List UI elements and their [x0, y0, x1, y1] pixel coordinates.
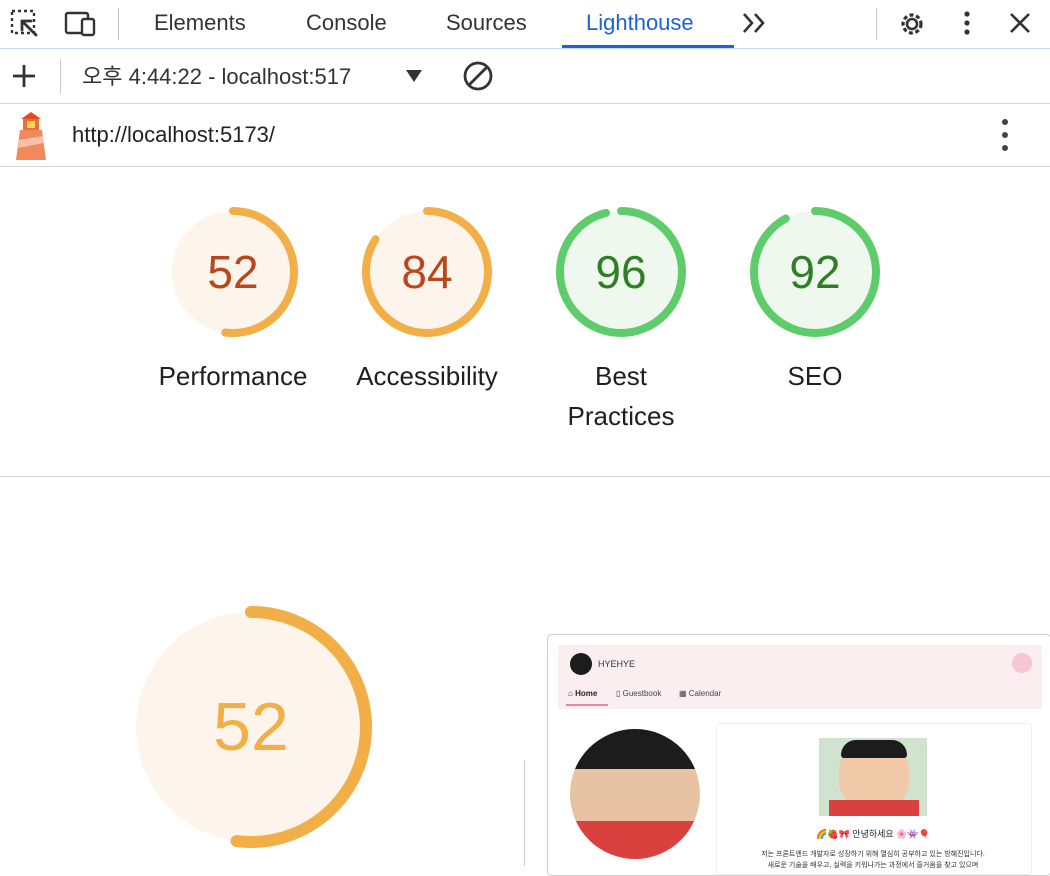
preview-nav-home-label: Home: [575, 689, 598, 698]
report-selector[interactable]: 오후 4:44:22 - localhost:517: [82, 60, 422, 94]
preview-greeting: 🌈🍓🎀 안녕하세요 🌸👾🎈: [816, 829, 930, 839]
preview-nav-guestbook-label: Guestbook: [622, 689, 662, 698]
performance-main-gauge: 52: [128, 604, 374, 850]
preview-intro-line1: 저는 프론트엔드 개발자로 성장하기 위해 열심히 공부하고 있는 방혜진입니다…: [761, 851, 985, 858]
more-tabs-icon[interactable]: [740, 10, 770, 36]
preview-intro-line2: 새로운 기술을 배우고, 실력을 키워나가는 과정에서 즐거움을 찾고 있으며: [767, 862, 979, 869]
new-report-plus-icon[interactable]: [10, 62, 38, 90]
close-devtools-icon[interactable]: [1006, 9, 1034, 37]
gauge-label-seo[interactable]: SEO: [715, 356, 915, 396]
preview-nav-guestbook: ▯ Guestbook: [616, 689, 662, 698]
gauge-score: 92: [789, 246, 841, 298]
gauge-label-performance[interactable]: Performance: [133, 356, 333, 396]
final-screenshot-preview[interactable]: HYEHYE ⌂ Home ▯ Guestbook ▦ Calendar 🌈🍓🎀…: [547, 634, 1050, 876]
active-tab-indicator: [562, 45, 734, 48]
preview-character-image: [819, 738, 927, 816]
preview-nav-calendar-label: Calendar: [688, 689, 722, 698]
gauge-score: 84: [401, 246, 453, 298]
tab-lighthouse[interactable]: Lighthouse: [586, 0, 694, 46]
subbar-separator: [60, 60, 61, 94]
gauge-best-practices[interactable]: 96: [554, 205, 688, 339]
settings-gear-icon[interactable]: [895, 7, 929, 41]
report-url: http://localhost:5173/: [72, 122, 276, 147]
gauge-label-best-practices[interactable]: Best Practices: [521, 356, 721, 436]
preview-logo-icon: [570, 653, 592, 675]
tab-console[interactable]: Console: [306, 0, 387, 46]
gauge-label-line2: Practices: [567, 401, 675, 431]
tab-sources[interactable]: Sources: [446, 0, 527, 46]
gauge-label-line1: Best: [594, 361, 648, 391]
preview-header: [558, 645, 1042, 709]
report-timestamp: 오후 4:44:22 - localhost:517: [82, 64, 352, 89]
section-divider: [0, 476, 1050, 477]
preview-site-name: HYEHYE: [598, 659, 636, 669]
gauge-accessibility[interactable]: 84: [360, 205, 494, 339]
preview-theme-toggle-icon: [1012, 653, 1032, 673]
preview-nav-calendar: ▦ Calendar: [679, 689, 722, 698]
more-options-icon[interactable]: [958, 9, 976, 39]
lighthouse-logo-icon: [14, 110, 48, 160]
tabbar-separator: [118, 8, 119, 40]
gauge-seo[interactable]: 92: [748, 205, 882, 339]
main-gauge-score: 52: [213, 689, 289, 765]
preview-profile-avatar: [570, 729, 700, 859]
inspect-element-icon[interactable]: [10, 9, 40, 39]
clear-all-icon[interactable]: [462, 60, 494, 92]
preview-nav-home: ⌂ Home: [568, 689, 598, 698]
device-toolbar-icon[interactable]: [64, 9, 98, 39]
dropdown-caret-icon[interactable]: [404, 68, 424, 84]
gauge-performance[interactable]: 52: [166, 205, 300, 339]
tabbar-separator-right: [876, 8, 877, 40]
panel-separator: [524, 760, 525, 866]
gauge-score: 96: [595, 246, 647, 298]
preview-nav-underline: [566, 704, 608, 706]
gauge-score: 52: [207, 246, 259, 298]
gauge-label-accessibility[interactable]: Accessibility: [327, 356, 527, 396]
tab-elements[interactable]: Elements: [154, 0, 246, 46]
report-menu-icon[interactable]: [996, 116, 1014, 154]
